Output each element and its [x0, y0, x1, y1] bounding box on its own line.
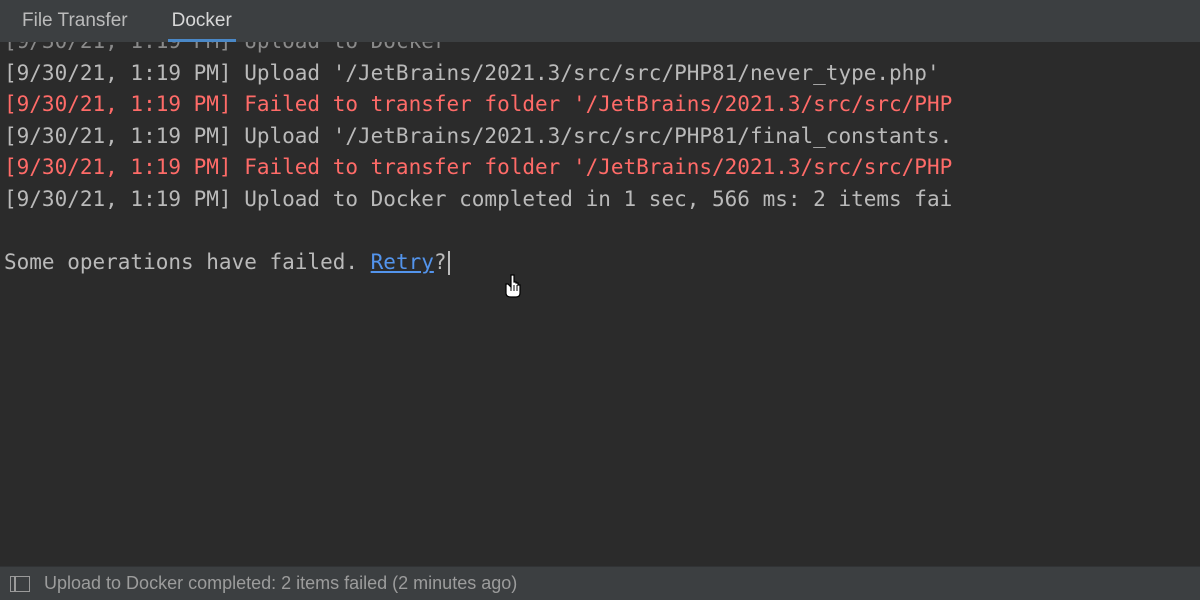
log-line: [9/30/21, 1:19 PM] Upload '/JetBrains/20… — [0, 121, 1200, 153]
log-line-error: [9/30/21, 1:19 PM] Failed to transfer fo… — [0, 89, 1200, 121]
log-line: [9/30/21, 1:19 PM] Upload '/JetBrains/20… — [0, 58, 1200, 90]
log-line: [9/30/21, 1:19 PM] Upload to Docker comp… — [0, 184, 1200, 216]
tab-file-transfer[interactable]: File Transfer — [0, 0, 150, 42]
log-line-error: [9/30/21, 1:19 PM] Failed to transfer fo… — [0, 152, 1200, 184]
log-line: [9/30/21, 1:19 PM] Upload to Docker — [0, 42, 1200, 58]
status-text: Upload to Docker completed: 2 items fail… — [44, 573, 517, 594]
tab-bar: File Transfer Docker — [0, 0, 1200, 42]
status-bar: Upload to Docker completed: 2 items fail… — [0, 566, 1200, 600]
tab-docker[interactable]: Docker — [150, 0, 254, 42]
text-caret — [448, 251, 450, 275]
log-output: [9/30/21, 1:19 PM] Upload to Docker [9/3… — [0, 42, 1200, 566]
prompt-message: Some operations have failed. — [4, 250, 371, 274]
retry-link[interactable]: Retry — [371, 250, 434, 274]
panel-toggle-icon[interactable] — [10, 576, 30, 592]
retry-prompt: Some operations have failed. Retry? — [0, 247, 1200, 279]
prompt-suffix: ? — [434, 250, 447, 274]
pointer-cursor-icon — [502, 273, 526, 311]
